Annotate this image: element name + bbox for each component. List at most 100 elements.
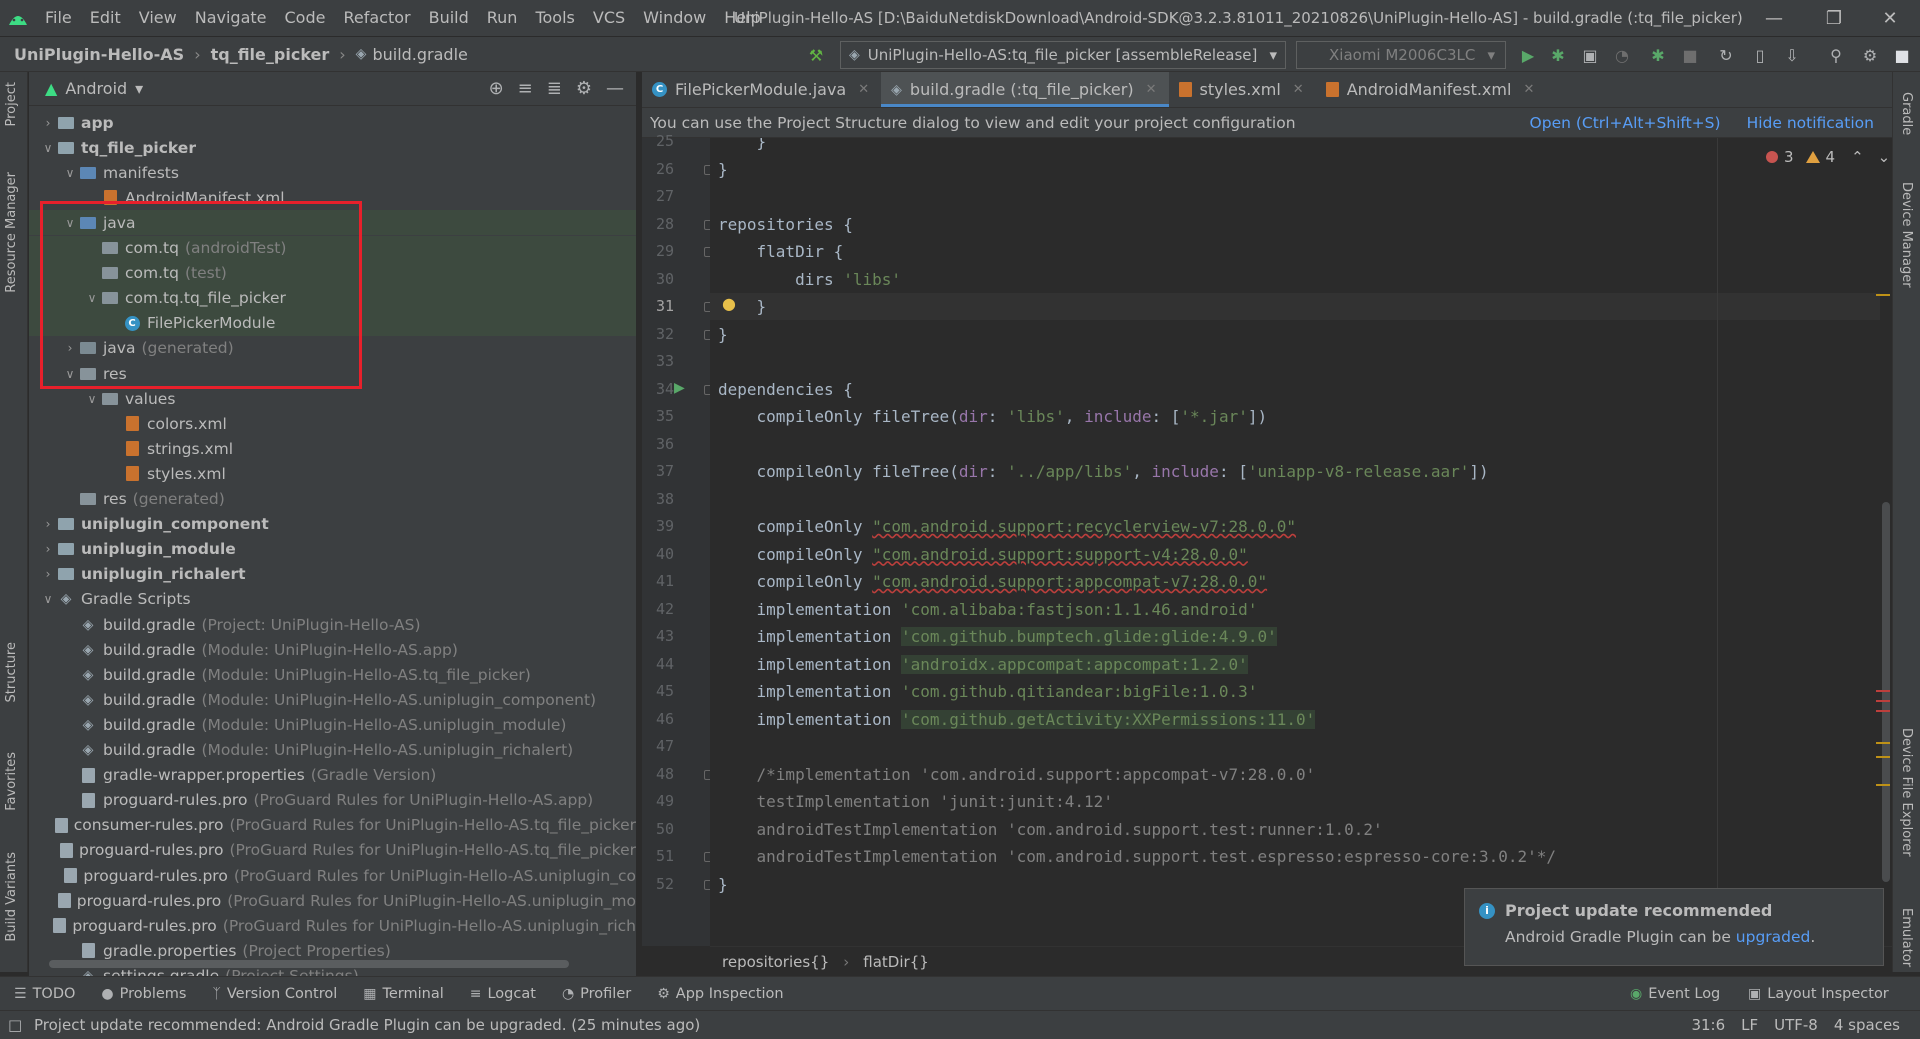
- device-select[interactable]: Xiaomi M2006C3LC ▾: [1296, 41, 1506, 69]
- code-line[interactable]: [710, 733, 718, 760]
- tree-item[interactable]: styles.xml: [29, 461, 636, 486]
- minimize-icon[interactable]: —: [1744, 0, 1804, 36]
- status-message[interactable]: Project update recommended: Android Grad…: [34, 1016, 700, 1034]
- editor-tab[interactable]: ◈ build.gradle (:tq_file_picker) ✕: [881, 72, 1169, 107]
- tool-problems[interactable]: ● Problems: [101, 986, 198, 1002]
- warning-stripe-marker[interactable]: [1876, 742, 1890, 744]
- chevron-down-icon[interactable]: ∨: [39, 141, 57, 155]
- tree-item[interactable]: ∨ res: [29, 361, 636, 386]
- chevron-down-icon[interactable]: ▾: [135, 79, 143, 98]
- editor-tab[interactable]: AndroidManifest.xml ✕: [1316, 72, 1547, 107]
- settings-gear-icon[interactable]: ⚙: [1860, 45, 1880, 65]
- tree-item[interactable]: ◈ build.gradle (Module: UniPlugin-Hello-AS…: [29, 712, 636, 737]
- menu-navigate[interactable]: Navigate: [186, 0, 276, 36]
- horizontal-scrollbar[interactable]: [49, 960, 569, 968]
- menu-file[interactable]: File: [36, 0, 81, 36]
- error-stripe-marker[interactable]: [1876, 700, 1890, 702]
- attach-debugger-icon[interactable]: ✱: [1648, 45, 1668, 65]
- code-line[interactable]: }: [710, 871, 728, 898]
- chevron-down-icon[interactable]: ∨: [61, 216, 79, 230]
- tree-item[interactable]: › uniplugin_richalert: [29, 562, 636, 587]
- tree-item[interactable]: proguard-rules.pro (ProGuard Rules for Un…: [29, 863, 636, 888]
- code-line[interactable]: }: [710, 293, 1880, 320]
- code-line[interactable]: implementation 'androidx.appcompat:appco…: [710, 651, 1248, 678]
- tool-profiler[interactable]: ◔ Profiler: [562, 986, 643, 1002]
- chevron-up-icon[interactable]: ⌃: [1851, 148, 1864, 166]
- hide-notification-link[interactable]: Hide notification: [1747, 114, 1874, 132]
- close-tab-icon[interactable]: ✕: [1523, 82, 1534, 97]
- menu-refactor[interactable]: Refactor: [334, 0, 419, 36]
- code-line[interactable]: compileOnly fileTree(dir: '../app/libs',…: [710, 458, 1489, 485]
- chevron-right-icon[interactable]: ›: [61, 341, 79, 355]
- chevron-down-icon[interactable]: ∨: [61, 367, 79, 381]
- code-line[interactable]: compileOnly "com.android.support:appcomp…: [710, 568, 1268, 595]
- warning-stripe-marker[interactable]: [1876, 294, 1890, 296]
- locate-file-icon[interactable]: ⊕: [489, 78, 504, 99]
- tool-app-inspection[interactable]: ⚙ App Inspection: [657, 986, 795, 1002]
- code-line[interactable]: dependencies {: [710, 376, 853, 403]
- code-line[interactable]: implementation 'com.github.bumptech.glid…: [710, 623, 1277, 650]
- expand-all-icon[interactable]: ≡: [518, 78, 533, 99]
- chevron-right-icon[interactable]: ›: [39, 567, 57, 581]
- tree-item[interactable]: ◈ build.gradle (Module: UniPlugin-Hello-AS…: [29, 662, 636, 687]
- profile-icon[interactable]: ◔: [1612, 45, 1632, 65]
- tree-item[interactable]: proguard-rules.pro (ProGuard Rules for Un…: [29, 913, 636, 938]
- tree-item[interactable]: › app: [29, 110, 636, 135]
- tree-item[interactable]: com.tq (test): [29, 260, 636, 286]
- caret-position[interactable]: 31:6: [1691, 1016, 1725, 1034]
- chevron-down-icon[interactable]: ∨: [39, 592, 57, 606]
- tool-project[interactable]: Project: [4, 82, 19, 126]
- toggle-tool-windows-icon[interactable]: □: [8, 1016, 22, 1034]
- code-line[interactable]: [710, 486, 718, 513]
- tree-item[interactable]: ∨ tq_file_picker: [29, 135, 636, 160]
- close-icon[interactable]: ✕: [1860, 0, 1920, 36]
- code-line[interactable]: androidTestImplementation 'com.android.s…: [710, 816, 1383, 843]
- hide-panel-icon[interactable]: —: [606, 78, 624, 99]
- code-breadcrumb-flatdir[interactable]: flatDir{}: [863, 953, 929, 971]
- sdk-manager-icon[interactable]: ⇩: [1782, 45, 1802, 65]
- code-line[interactable]: }: [710, 156, 728, 183]
- code-line[interactable]: dirs 'libs': [710, 266, 901, 293]
- tool-device-file-explorer[interactable]: Device File Explorer: [1899, 728, 1914, 857]
- code-line[interactable]: }: [710, 138, 767, 155]
- upgrade-link[interactable]: upgraded: [1736, 928, 1811, 946]
- breadcrumb-module[interactable]: tq_file_picker: [211, 45, 330, 64]
- tool-gradle[interactable]: Gradle: [1899, 92, 1914, 135]
- tool-event-log[interactable]: ◉ Event Log: [1630, 986, 1732, 1002]
- chevron-down-icon[interactable]: ∨: [83, 392, 101, 406]
- tree-item[interactable]: ∨ values: [29, 386, 636, 411]
- code-editor[interactable]: }} repositories { flatDir { dirs 'libs' }…: [710, 138, 1880, 946]
- menu-code[interactable]: Code: [276, 0, 335, 36]
- menu-build[interactable]: Build: [420, 0, 478, 36]
- inspection-indicator[interactable]: 3 4 ⌃ ⌄: [1766, 148, 1890, 166]
- open-project-structure-link[interactable]: Open (Ctrl+Alt+Shift+S): [1530, 114, 1721, 132]
- close-tab-icon[interactable]: ✕: [1293, 82, 1304, 97]
- panel-settings-gear-icon[interactable]: ⚙: [576, 78, 592, 99]
- tree-item[interactable]: colors.xml: [29, 411, 636, 436]
- code-line[interactable]: repositories {: [710, 211, 853, 238]
- editor-tab[interactable]: C FilePickerModule.java ✕: [642, 72, 881, 107]
- breadcrumb-file[interactable]: ◈ build.gradle: [356, 45, 468, 64]
- tool-todo[interactable]: ☰ TODO: [14, 986, 87, 1002]
- code-line[interactable]: compileOnly "com.android.support:support…: [710, 541, 1248, 568]
- warning-stripe-marker[interactable]: [1876, 784, 1890, 786]
- tool-structure[interactable]: Structure: [4, 642, 19, 702]
- device-manager-icon[interactable]: ▯: [1750, 45, 1770, 65]
- chevron-right-icon[interactable]: ›: [39, 116, 57, 130]
- search-icon[interactable]: ⚲: [1826, 45, 1846, 65]
- tree-item[interactable]: com.tq (androidTest): [29, 235, 636, 261]
- tree-item[interactable]: ∨ ◈ Gradle Scripts: [29, 587, 636, 612]
- code-line[interactable]: androidTestImplementation 'com.android.s…: [710, 843, 1557, 870]
- chevron-right-icon[interactable]: ›: [39, 542, 57, 556]
- tree-item[interactable]: ◈ build.gradle (Module: UniPlugin-Hello-AS…: [29, 637, 636, 662]
- coverage-icon[interactable]: ▣: [1580, 45, 1600, 65]
- error-stripe-marker[interactable]: [1876, 690, 1890, 692]
- menu-window[interactable]: Window: [634, 0, 715, 36]
- menu-vcs[interactable]: VCS: [584, 0, 634, 36]
- run-configuration-select[interactable]: ◈ UniPlugin-Hello-AS:tq_file_picker [ass…: [840, 41, 1286, 69]
- tree-item[interactable]: strings.xml: [29, 436, 636, 461]
- close-tab-icon[interactable]: ✕: [858, 82, 869, 97]
- tree-item[interactable]: C FilePickerModule: [29, 310, 636, 336]
- tool-logcat[interactable]: ≡ Logcat: [470, 986, 548, 1002]
- warning-stripe-marker[interactable]: [1876, 756, 1890, 758]
